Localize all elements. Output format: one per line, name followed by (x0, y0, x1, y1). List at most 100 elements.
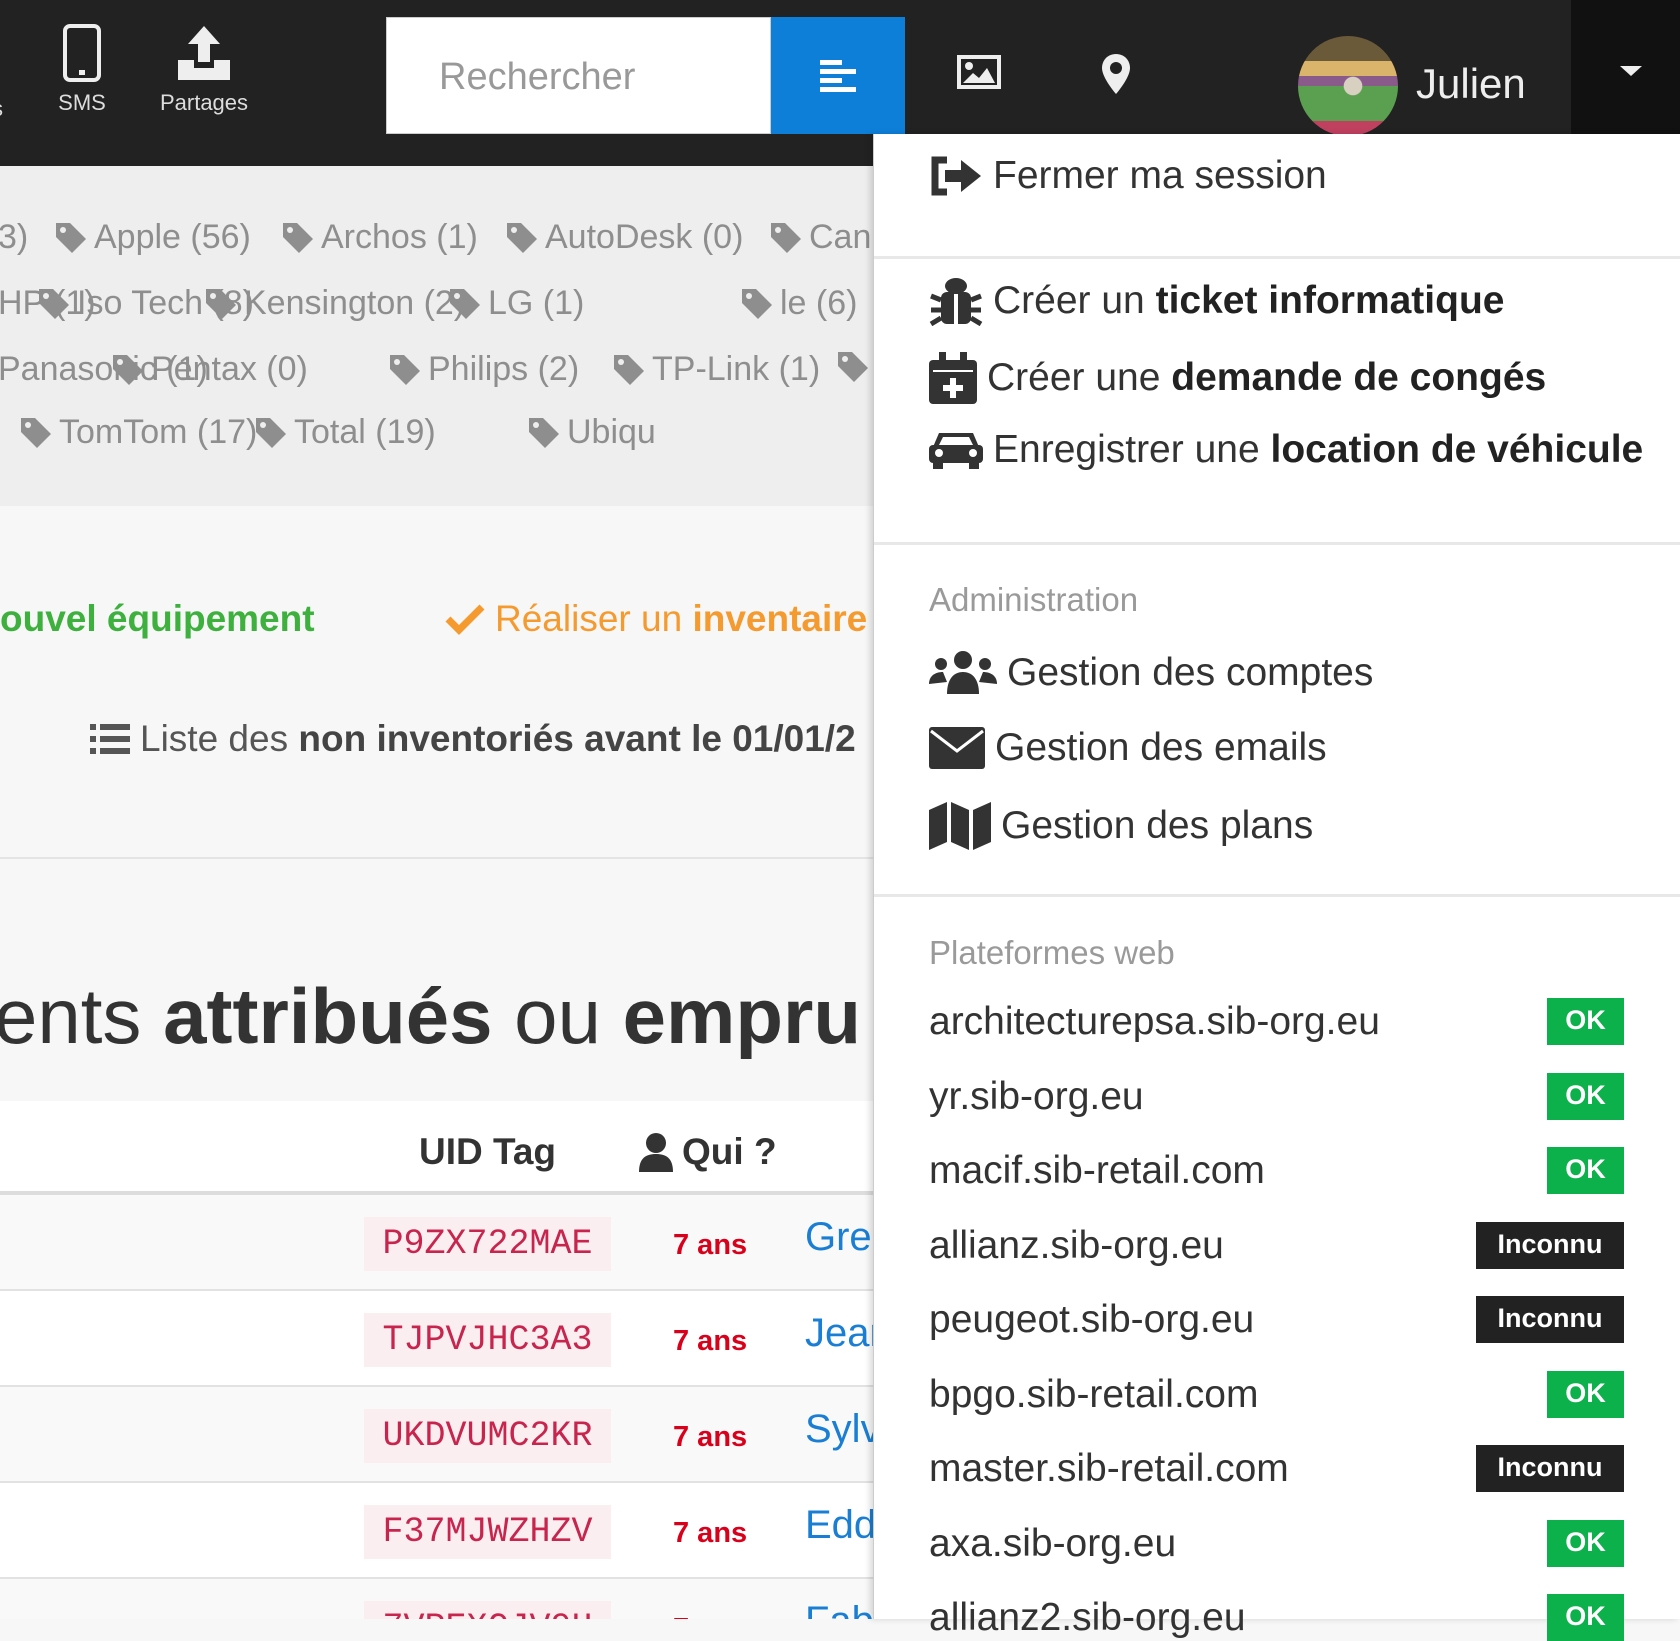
plans-item[interactable]: Gestion des plans (929, 802, 1313, 850)
tag-filter[interactable]: TP-Link (1) (612, 350, 820, 389)
tag-label: Pentax (0) (151, 350, 308, 388)
heading-part: ents (0, 972, 164, 1060)
tag-filter[interactable] (836, 350, 870, 384)
tag-icon (529, 417, 559, 448)
divider (874, 542, 1680, 545)
tag-filter[interactable]: Can (769, 218, 871, 257)
platform-link[interactable]: yr.sib-org.eu (929, 1075, 1144, 1119)
heading-bold: empru (622, 972, 862, 1060)
column-header-uid[interactable]: UID Tag (419, 1131, 556, 1173)
assignee-link[interactable]: Fabi (805, 1599, 873, 1619)
create-ticket-item[interactable]: Créer un ticket informatique (929, 276, 1504, 326)
platform-link[interactable]: architecturepsa.sib-org.eu (929, 1000, 1380, 1044)
platform-link[interactable]: allianz.sib-org.eu (929, 1224, 1224, 1268)
tag-icon (56, 222, 86, 253)
tag-icon (450, 288, 480, 319)
divider (0, 857, 873, 859)
status-badge: OK (1547, 1147, 1624, 1194)
accounts-item[interactable]: Gestion des comptes (929, 650, 1373, 696)
accounts-label: Gestion des comptes (1007, 651, 1374, 694)
ticket-bold: ticket informatique (1155, 279, 1505, 322)
search-menu-button[interactable] (771, 17, 905, 134)
tag-filter[interactable]: Apple (56) (54, 218, 251, 257)
heading-bold: attribués (163, 972, 493, 1060)
platform-link[interactable]: bpgo.sib-retail.com (929, 1373, 1258, 1417)
create-leave-item[interactable]: Créer une demande de congés (929, 352, 1546, 404)
platform-link[interactable]: allianz2.sib-org.eu (929, 1596, 1246, 1640)
tag-filter[interactable]: 3) (0, 218, 28, 257)
assignee-link[interactable]: Greg (805, 1215, 873, 1260)
tag-icon (742, 288, 772, 319)
tag-label: Ubiqu (567, 413, 656, 451)
logout-item[interactable]: Fermer ma session (929, 154, 1327, 198)
table-row[interactable]: UKDVUMC2KR 7 ans Sylv (0, 1387, 873, 1483)
tag-icon (283, 222, 313, 253)
image-icon[interactable] (957, 55, 1001, 89)
search-input[interactable]: Rechercher (386, 17, 771, 134)
divider (874, 256, 1680, 259)
tag-filter[interactable]: LG (1) (448, 284, 584, 323)
status-badge: OK (1547, 1519, 1624, 1567)
equipment-table: UID Tag Qui ? P9ZX722MAE 7 ans Greg TJPVJHC… (0, 1101, 873, 1619)
table-row[interactable]: TJPVJHC3A3 7 ans Jean (0, 1291, 873, 1387)
plans-label: Gestion des plans (1001, 804, 1314, 847)
ticket-prefix: Créer un (993, 279, 1156, 322)
tag-icon (507, 222, 537, 253)
nav-sms-button[interactable]: SMS (52, 24, 112, 116)
uid-tag: 7VPEXGJV9H (364, 1601, 611, 1619)
tag-filter[interactable]: Kensington (2) (204, 284, 465, 323)
platform-link[interactable]: macif.sib-retail.com (929, 1149, 1265, 1193)
heading-part: ou (492, 972, 623, 1060)
new-equipment-link[interactable]: ouvel équipement (0, 598, 315, 640)
platform-link[interactable]: master.sib-retail.com (929, 1447, 1289, 1491)
tag-filter[interactable]: Archos (1) (281, 218, 478, 257)
platform-link[interactable]: axa.sib-org.eu (929, 1522, 1176, 1566)
tag-filter[interactable]: Philips (2) (388, 350, 579, 389)
non-inventoried-list-link[interactable]: Liste des non inventoriés avant le 01/01… (90, 718, 856, 760)
emails-item[interactable]: Gestion des emails (929, 726, 1327, 770)
nav-shares-button[interactable]: Partages (155, 24, 253, 116)
assignee-link[interactable]: Jean (805, 1311, 873, 1356)
status-badge: Inconnu (1476, 1296, 1624, 1343)
tag-label: 3) (0, 218, 29, 256)
users-icon (929, 651, 997, 694)
assignee-link[interactable]: Sylv (805, 1407, 873, 1452)
car-icon (929, 433, 983, 469)
table-row[interactable]: F37MJWZHZV 7 ans Edd (0, 1483, 873, 1579)
tag-icon (113, 354, 143, 385)
brand-tag-cloud: 3) Apple (56) Archos (1) AutoDesk (0) Can HP … (0, 166, 873, 506)
assignee-link[interactable]: Edd (805, 1503, 873, 1548)
user-avatar[interactable] (1298, 36, 1398, 136)
map-icon (929, 802, 991, 850)
tag-filter[interactable]: Ubiqu (527, 413, 656, 452)
user-name[interactable]: Julien (1416, 60, 1526, 108)
table-row[interactable]: 7VPEXGJV9H 7 ans Fabi (0, 1579, 873, 1619)
map-marker-icon[interactable] (1100, 52, 1132, 96)
tag-filter[interactable]: Pentax (0) (111, 350, 308, 389)
caret-down-icon (1620, 66, 1642, 76)
age-label: 7 ans (673, 1229, 748, 1261)
uid-tag: TJPVJHC3A3 (364, 1313, 611, 1367)
tag-icon (771, 222, 801, 253)
vehicle-rental-item[interactable]: Enregistrer une location de véhicule (929, 428, 1643, 472)
table-row[interactable]: P9ZX722MAE 7 ans Greg (0, 1195, 873, 1291)
main-content: ouvel équipement Réaliser un inventaire … (0, 506, 873, 1619)
status-badge: OK (1547, 1370, 1624, 1418)
sms-label: SMS (58, 90, 106, 115)
tag-label: le (6) (780, 284, 858, 322)
tag-filter[interactable]: Total (19) (254, 413, 436, 452)
status-badge: Inconnu (1476, 1221, 1624, 1269)
status-badge: Inconnu (1476, 1445, 1624, 1492)
tag-icon (206, 288, 236, 319)
nav-partial-label[interactable]: s (0, 96, 3, 122)
column-header-who[interactable]: Qui ? (638, 1131, 777, 1173)
tag-icon (21, 417, 51, 448)
bug-icon (929, 278, 983, 326)
platform-link[interactable]: peugeot.sib-org.eu (929, 1298, 1254, 1342)
inventory-link[interactable]: Réaliser un inventaire (445, 598, 867, 640)
tag-filter[interactable]: AutoDesk (0) (505, 218, 743, 257)
section-heading: ents attribués ou empru (0, 971, 861, 1062)
tag-filter[interactable]: TomTom (17) (19, 413, 257, 452)
platforms-header: Plateformes web (929, 934, 1175, 971)
tag-filter[interactable]: le (6) (740, 284, 857, 323)
